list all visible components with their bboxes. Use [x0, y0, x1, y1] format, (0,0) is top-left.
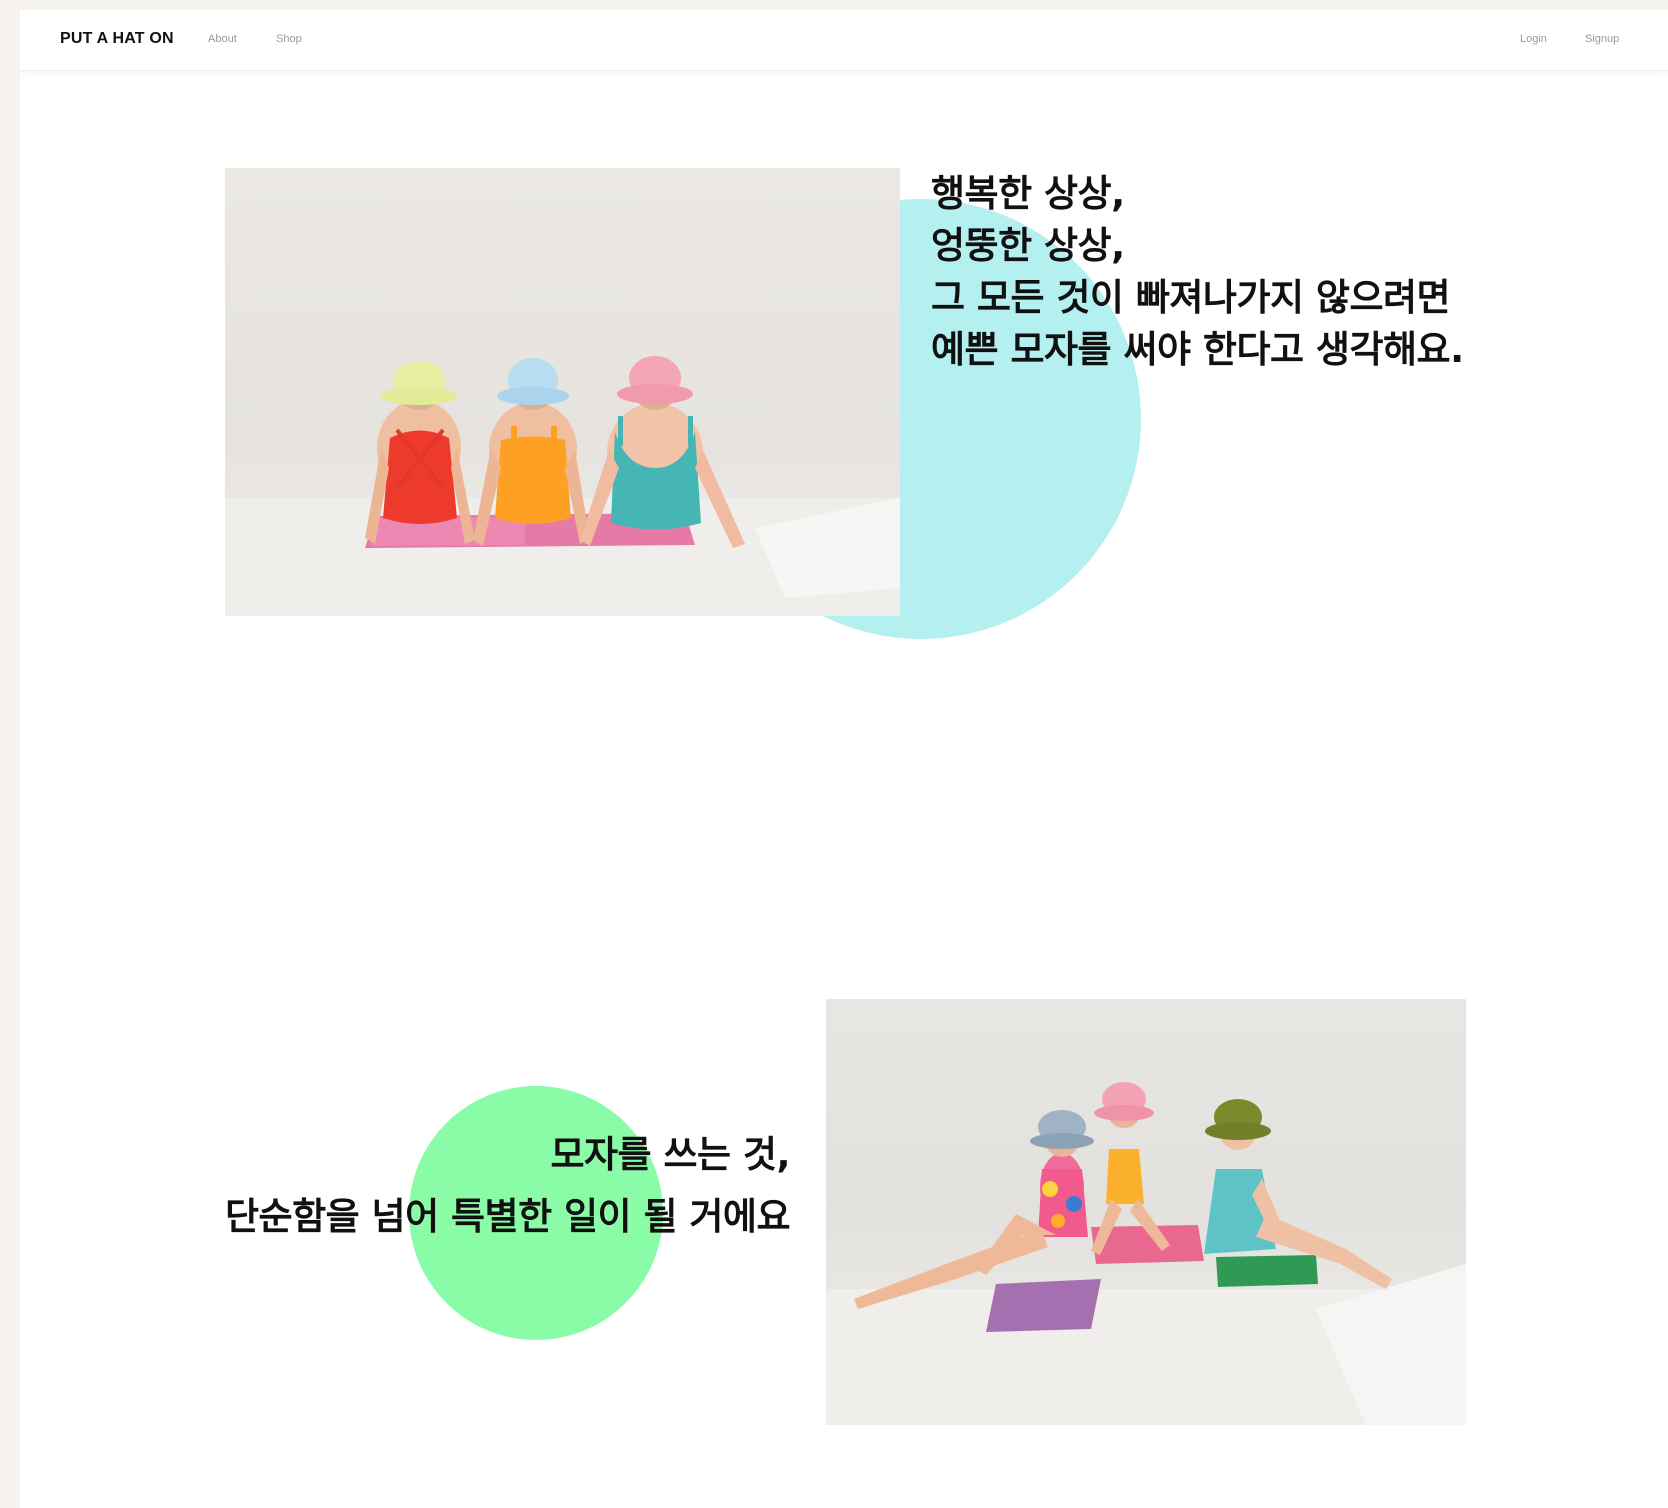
brand-logo[interactable]: PUT A HAT ON	[60, 30, 174, 48]
nav-link-signup[interactable]: Signup	[1585, 33, 1619, 45]
intro-headline: 행복한 상상, 엉뚱한 상상, 그 모든 것이 빠져나가지 않으려면 예쁜 모자…	[931, 168, 1464, 376]
nav-link-about[interactable]: About	[208, 33, 237, 45]
headline-line: 모자를 쓰는 것,	[550, 1133, 790, 1176]
photo-three-women-back-view	[225, 168, 900, 616]
photo-three-women-sitting	[826, 999, 1466, 1425]
page: PUT A HAT ON About Shop Login Signup 행복한…	[20, 10, 1668, 1508]
headline-line: 예쁜 모자를 써야 한다고 생각해요.	[931, 328, 1464, 371]
headline-line: 엉뚱한 상상,	[931, 224, 1125, 267]
headline-line: 행복한 상상,	[931, 172, 1125, 215]
feature-headline: 모자를 쓰는 것, 단순함을 넘어 특별한 일이 될 거에요	[224, 1124, 791, 1248]
headline-line: 그 모든 것이 빠져나가지 않으려면	[931, 276, 1451, 319]
nav-link-login[interactable]: Login	[1520, 33, 1547, 45]
nav-link-shop[interactable]: Shop	[276, 33, 302, 45]
headline-line: 단순함을 넘어 특별한 일이 될 거에요	[224, 1195, 791, 1238]
top-navigation-bar: PUT A HAT ON About Shop Login Signup	[20, 10, 1668, 71]
